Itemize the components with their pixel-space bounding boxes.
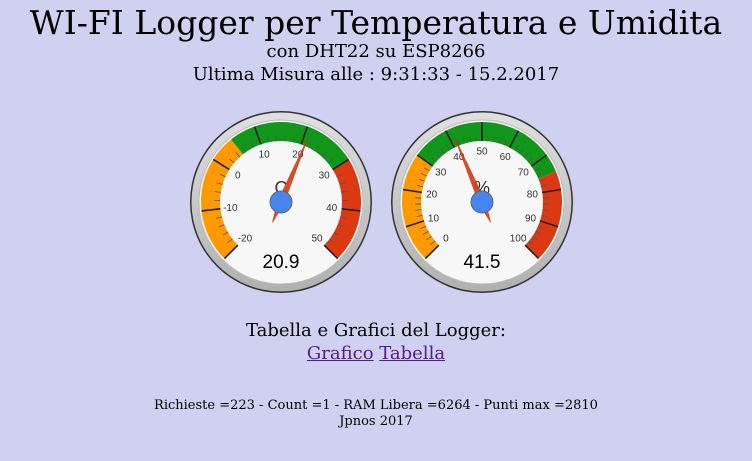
gauge-needle-hub: [269, 190, 293, 214]
gauge-tick-label: 90: [525, 213, 537, 224]
gauge-tick-label: 50: [311, 234, 323, 245]
gauge-value-label: 20.9: [263, 252, 300, 273]
gauge-tick-label: -20: [238, 234, 253, 245]
gauge-tick-label: 70: [518, 168, 530, 179]
gauge-tick-label: 20: [426, 190, 438, 201]
gauge-tick-label: 0: [443, 234, 449, 245]
page-subtitle: con DHT22 su ESP8266: [266, 41, 486, 62]
grafico-link[interactable]: Grafico: [307, 343, 374, 364]
gauge-temperature: -20-10010 20304050C20.9: [190, 111, 372, 293]
gauge-tick-label: 80: [527, 190, 539, 201]
gauge-minor-tick: [487, 135, 489, 142]
logger-links: Grafico Tabella: [0, 343, 752, 365]
gauge-tick-label: 50: [476, 147, 488, 158]
gauge-needle-hub: [470, 190, 494, 214]
tabella-link[interactable]: Tabella: [379, 343, 445, 364]
gauge-minor-tick: [475, 135, 477, 142]
gauge-value-label: 41.5: [464, 252, 501, 273]
gauge-tick-label: 0: [235, 170, 241, 181]
gauge-tick-label: 40: [326, 203, 338, 214]
last-measure-timestamp: Ultima Misura alle : 9:31:33 - 15.2.2017: [192, 64, 560, 85]
gauge-tick-label: 10: [259, 149, 271, 160]
gauge-humidity: 0102030405060708090100%41.5: [391, 111, 573, 293]
page-title: WI-FI Logger per Temperatura e Umidita: [29, 3, 723, 42]
stats-line: Richieste =223 - Count =1 - RAM Libera =…: [154, 398, 598, 413]
gauge-tick-label: 60: [500, 152, 512, 163]
gauge-tick-label: 100: [510, 234, 527, 245]
author-line: Jpnos 2017: [339, 414, 413, 429]
gauge-tick-label: 10: [428, 213, 440, 224]
logger-heading: Tabella e Grafici del Logger:: [246, 320, 506, 341]
gauge-tick-label: -10: [223, 203, 238, 214]
gauges-panel: -20-10010 20304050C20.9010203040506070809…: [190, 111, 573, 293]
gauge-tick-label: 30: [319, 170, 331, 181]
gauge-tick-label: 30: [435, 168, 447, 179]
